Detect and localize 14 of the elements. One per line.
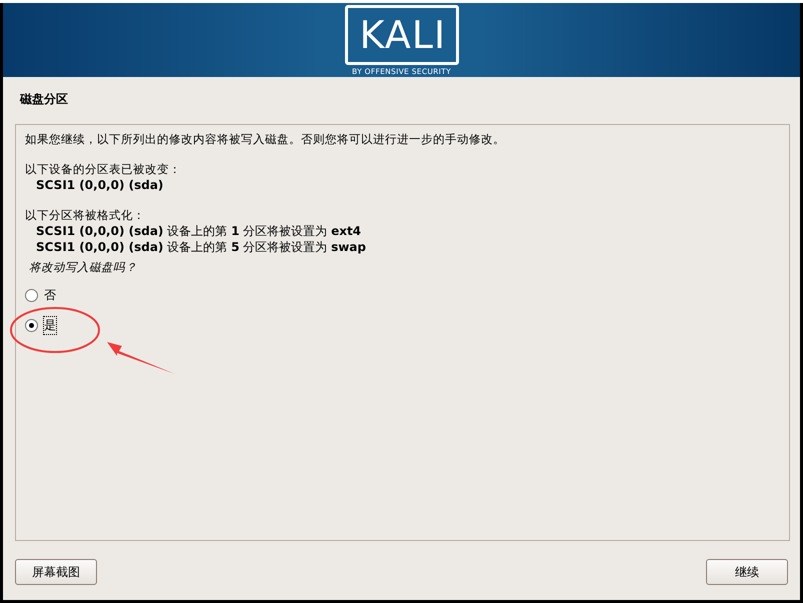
info-text: 以下设备的分区表已被改变： xyxy=(25,161,182,177)
partition-item: SCSI1 (0,0,0) (sda) 设备上的第 5 分区将被设置为 swap xyxy=(35,239,367,255)
annotation-arrow xyxy=(107,342,175,374)
radio-option[interactable]: 是 xyxy=(25,317,780,334)
logo: KALI xyxy=(344,4,458,64)
page-title: 磁盘分区 xyxy=(18,91,69,108)
screenshot-button[interactable]: 屏幕截图 xyxy=(15,559,97,585)
question-text: 将改动写入磁盘吗？ xyxy=(28,259,138,275)
info-text: 以下分区将被格式化： xyxy=(25,207,146,223)
info-text: 如果您继续，以下所列出的修改内容将被写入磁盘。否则您将可以进行进一步的手动修改。 xyxy=(25,131,506,147)
partition-item: SCSI1 (0,0,0) (sda) 设备上的第 1 分区将被设置为 ext4 xyxy=(35,223,362,239)
radio-option[interactable]: 否 xyxy=(25,287,780,304)
partition-item: SCSI1 (0,0,0) (sda) xyxy=(35,177,164,193)
continue-button[interactable]: 继续 xyxy=(706,559,788,585)
